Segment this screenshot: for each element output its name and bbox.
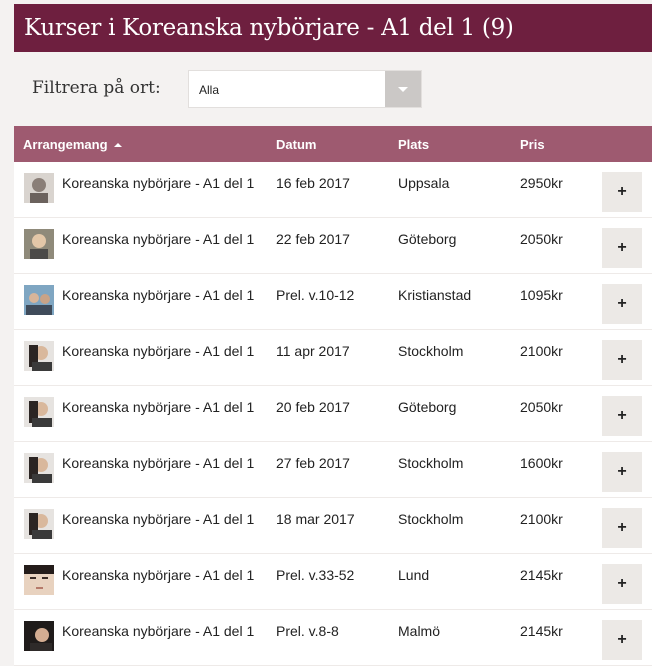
avatar [24,453,54,483]
table-row[interactable]: Koreanska nybörjare - A1 del 1 22 feb 20… [14,218,652,274]
add-button[interactable]: + [602,508,642,548]
course-name[interactable]: Koreanska nybörjare - A1 del 1 [62,175,254,191]
add-button[interactable]: + [602,620,642,660]
table-row[interactable]: Koreanska nybörjare - A1 del 1 Prel. v.3… [14,554,652,610]
avatar [24,341,54,371]
table-row[interactable]: Koreanska nybörjare - A1 del 1 20 feb 20… [14,386,652,442]
add-button[interactable]: + [602,340,642,380]
course-price: 2950kr [520,175,563,191]
column-header-arrangemang[interactable]: Arrangemang [23,137,122,152]
course-name[interactable]: Koreanska nybörjare - A1 del 1 [62,343,254,359]
avatar [24,565,54,595]
avatar [24,285,54,315]
avatar [24,621,54,651]
filter-label: Filtrera på ort: [32,78,161,98]
column-header-pris[interactable]: Pris [520,137,545,152]
add-button[interactable]: + [602,172,642,212]
course-name[interactable]: Koreanska nybörjare - A1 del 1 [62,511,254,527]
course-date: 20 feb 2017 [276,399,350,415]
page-header: Kurser i Koreanska nybörjare - A1 del 1 … [14,4,652,52]
course-price: 1600kr [520,455,563,471]
add-button[interactable]: + [602,452,642,492]
sort-ascending-icon [113,143,122,147]
add-button[interactable]: + [602,284,642,324]
select-toggle-button[interactable] [385,71,421,107]
course-name[interactable]: Koreanska nybörjare - A1 del 1 [62,399,254,415]
course-date: 16 feb 2017 [276,175,350,191]
course-price: 2050kr [520,399,563,415]
course-price: 2145kr [520,567,563,583]
add-button[interactable]: + [602,564,642,604]
table-row[interactable]: Koreanska nybörjare - A1 del 1 Prel. v.1… [14,274,652,330]
course-name[interactable]: Koreanska nybörjare - A1 del 1 [62,231,254,247]
course-name[interactable]: Koreanska nybörjare - A1 del 1 [62,287,254,303]
course-place: Stockholm [398,343,464,359]
course-price: 1095kr [520,287,563,303]
table-row[interactable]: Koreanska nybörjare - A1 del 1 Prel. v.8… [14,610,652,666]
course-date: Prel. v.10-12 [276,287,355,303]
page-title: Kurser i Koreanska nybörjare - A1 del 1 … [24,15,514,41]
course-name[interactable]: Koreanska nybörjare - A1 del 1 [62,567,254,583]
course-place: Malmö [398,623,441,639]
course-place: Stockholm [398,455,464,471]
course-place: Göteborg [398,399,457,415]
column-header-datum[interactable]: Datum [276,137,316,152]
table-row[interactable]: Koreanska nybörjare - A1 del 1 16 feb 20… [14,162,652,218]
course-place: Stockholm [398,511,464,527]
avatar [24,509,54,539]
course-place: Lund [398,567,430,583]
add-button[interactable]: + [602,396,642,436]
course-price: 2100kr [520,343,563,359]
course-place: Göteborg [398,231,457,247]
course-place: Kristianstad [398,287,472,303]
course-date: 27 feb 2017 [276,455,350,471]
course-table: Arrangemang Datum Plats Pris Koreanska n… [14,126,652,666]
table-row[interactable]: Koreanska nybörjare - A1 del 1 11 apr 20… [14,330,652,386]
course-date: 11 apr 2017 [276,343,350,359]
filter-bar: Filtrera på ort: Alla [14,68,652,112]
column-header-plats[interactable]: Plats [398,137,429,152]
chevron-down-icon [398,86,408,92]
table-header: Arrangemang Datum Plats Pris [14,126,652,162]
course-price: 2100kr [520,511,563,527]
add-button[interactable]: + [602,228,642,268]
course-date: 18 mar 2017 [276,511,355,527]
course-date: 22 feb 2017 [276,231,350,247]
location-select[interactable]: Alla [188,70,422,108]
course-price: 2050kr [520,231,563,247]
course-place: Uppsala [398,175,450,191]
avatar [24,173,54,203]
avatar [24,397,54,427]
course-price: 2145kr [520,623,563,639]
table-row[interactable]: Koreanska nybörjare - A1 del 1 18 mar 20… [14,498,652,554]
course-date: Prel. v.33-52 [276,567,355,583]
course-date: Prel. v.8-8 [276,623,339,639]
course-name[interactable]: Koreanska nybörjare - A1 del 1 [62,623,254,639]
course-name[interactable]: Koreanska nybörjare - A1 del 1 [62,455,254,471]
location-select-value: Alla [199,83,220,97]
table-row[interactable]: Koreanska nybörjare - A1 del 1 27 feb 20… [14,442,652,498]
avatar [24,229,54,259]
